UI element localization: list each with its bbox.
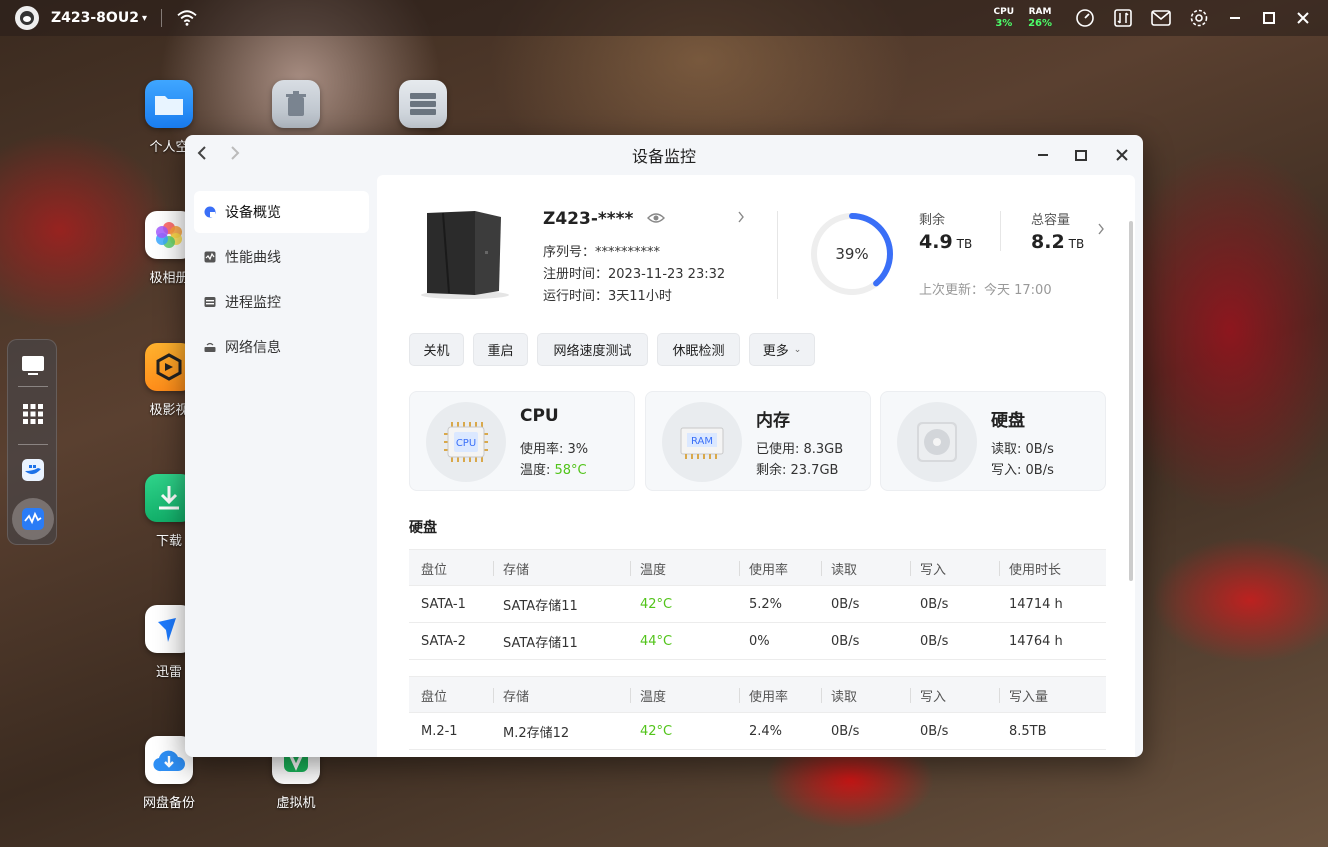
overview-icon: [204, 206, 216, 218]
svg-text:CPU: CPU: [456, 438, 476, 449]
more-button[interactable]: 更多 ⌄: [749, 333, 815, 366]
desktop-icon-storage[interactable]: [383, 80, 463, 136]
cpu-card-title: CPU: [520, 406, 559, 426]
nas-device-image: [421, 211, 509, 299]
ram-chip-icon: RAM: [662, 402, 742, 482]
table-header: 盘位 存储 温度 使用率 读取 写入 写入量: [409, 676, 1106, 713]
window-maximize-icon[interactable]: [1071, 145, 1091, 165]
back-icon[interactable]: [195, 145, 215, 165]
memory-remain: 剩余: 23.7GB: [756, 463, 839, 478]
table-row[interactable]: M.2-1 M.2存储12 42°C 2.4% 0B/s 0B/s 8.5TB: [409, 713, 1106, 750]
disk-write: 写入: 0B/s: [991, 463, 1054, 478]
trash-icon: [272, 80, 320, 128]
device-registered: 注册时间：2023-11-23 23:32: [543, 267, 726, 282]
dock: [7, 339, 57, 545]
storage-usage-percent: 39%: [835, 245, 869, 263]
hard-disk-icon: [897, 402, 977, 482]
device-detail-arrow[interactable]: [737, 211, 745, 226]
table-row[interactable]: SATA-1 SATA存储11 42°C 5.2% 0B/s 0B/s 1471…: [409, 586, 1106, 623]
cpu-temp: 温度: 58°C: [520, 463, 587, 478]
last-update: 上次更新：今天 17:00: [919, 283, 1052, 298]
chevron-down-icon: ⌄: [793, 344, 802, 355]
device-title: Z423-****: [543, 209, 634, 229]
sidebar-item-process[interactable]: 进程监控: [194, 281, 369, 323]
dock-divider: [18, 386, 48, 387]
cpu-stat[interactable]: CPU 3%: [994, 7, 1015, 29]
user-avatar[interactable]: [15, 6, 39, 30]
chevron-down-icon[interactable]: ▾: [142, 13, 147, 24]
process-icon: [204, 296, 216, 308]
docker-icon[interactable]: [21, 458, 45, 482]
cpu-card[interactable]: CPU CPU 使用率: 3% 温度: 58°C: [409, 391, 635, 491]
divider: [1000, 211, 1001, 251]
desktop-icon[interactable]: [21, 354, 45, 378]
speedometer-icon[interactable]: [1074, 7, 1096, 29]
dock-divider: [18, 444, 48, 445]
transfer-icon[interactable]: [1112, 7, 1134, 29]
divider: [160, 9, 162, 27]
forward-icon[interactable]: [228, 145, 248, 165]
shutdown-button[interactable]: 关机: [409, 333, 464, 366]
total-label: 总容量: [1031, 213, 1071, 228]
device-monitor-window: 设备监控 设备概览 性能曲线 进程监控 网络信息 Z423-**** 序列号：*…: [185, 135, 1143, 757]
mail-icon[interactable]: [1150, 7, 1172, 29]
monitor-app-icon[interactable]: [12, 498, 54, 540]
sata-disk-table: 盘位 存储 温度 使用率 读取 写入 使用时长 SATA-1 SATA存储11 …: [409, 549, 1106, 660]
disk-card-title: 硬盘: [991, 411, 1025, 431]
svg-text:RAM: RAM: [691, 436, 713, 447]
window-close-icon[interactable]: [1112, 145, 1132, 165]
gear-icon[interactable]: [1188, 7, 1210, 29]
server-icon: [399, 80, 447, 128]
device-serial: 序列号：**********: [543, 245, 661, 260]
window-title: 设备监控: [631, 147, 696, 166]
memory-card[interactable]: RAM 内存 已使用: 8.3GB 剩余: 23.7GB: [645, 391, 871, 491]
remain-value: 4.9 TB: [919, 231, 973, 253]
disk-card[interactable]: 硬盘 读取: 0B/s 写入: 0B/s: [880, 391, 1106, 491]
sidebar: 设备概览 性能曲线 进程监控 网络信息: [185, 175, 377, 757]
memory-card-title: 内存: [756, 411, 790, 431]
top-bar: Z423-8OU2 ▾ CPU 3% RAM 26%: [0, 0, 1328, 36]
app-grid-icon[interactable]: [21, 402, 45, 426]
ram-stat[interactable]: RAM 26%: [1028, 7, 1052, 29]
divider: [777, 211, 778, 299]
cpu-chip-icon: CPU: [426, 402, 506, 482]
restart-button[interactable]: 重启: [473, 333, 528, 366]
sidebar-item-overview[interactable]: 设备概览: [194, 191, 369, 233]
memory-used: 已使用: 8.3GB: [756, 442, 844, 457]
network-icon: [204, 341, 216, 353]
table-row[interactable]: SATA-2 SATA存储11 44°C 0% 0B/s 0B/s 14764 …: [409, 623, 1106, 660]
storage-detail-arrow[interactable]: [1097, 223, 1105, 238]
window-minimize-icon[interactable]: [1033, 145, 1053, 165]
m2-disk-table: 盘位 存储 温度 使用率 读取 写入 写入量 M.2-1 M.2存储12 42°…: [409, 676, 1106, 750]
cpu-usage: 使用率: 3%: [520, 442, 589, 457]
device-uptime: 运行时间：3天11小时: [543, 289, 672, 304]
close-icon[interactable]: [1292, 7, 1314, 29]
maximize-icon[interactable]: [1258, 7, 1280, 29]
disk-section-title: 硬盘: [409, 520, 437, 536]
sleep-check-button[interactable]: 休眠检测: [657, 333, 740, 366]
overview-content: Z423-**** 序列号：********** 注册时间：2023-11-23…: [377, 175, 1135, 757]
sidebar-item-network[interactable]: 网络信息: [194, 326, 369, 368]
disk-read: 读取: 0B/s: [991, 442, 1054, 457]
device-name[interactable]: Z423-8OU2: [51, 10, 139, 26]
speedtest-button[interactable]: 网络速度测试: [537, 333, 648, 366]
table-header: 盘位 存储 温度 使用率 读取 写入 使用时长: [409, 549, 1106, 586]
remain-label: 剩余: [919, 213, 946, 228]
total-value: 8.2 TB: [1031, 231, 1085, 253]
scrollbar[interactable]: [1129, 221, 1133, 581]
minimize-icon[interactable]: [1224, 7, 1246, 29]
folder-icon: [145, 80, 193, 128]
chart-icon: [204, 251, 216, 263]
sidebar-item-performance[interactable]: 性能曲线: [194, 236, 369, 278]
eye-icon[interactable]: [647, 211, 665, 225]
desktop-icon-trash[interactable]: [256, 80, 336, 136]
wifi-icon[interactable]: [176, 9, 198, 27]
